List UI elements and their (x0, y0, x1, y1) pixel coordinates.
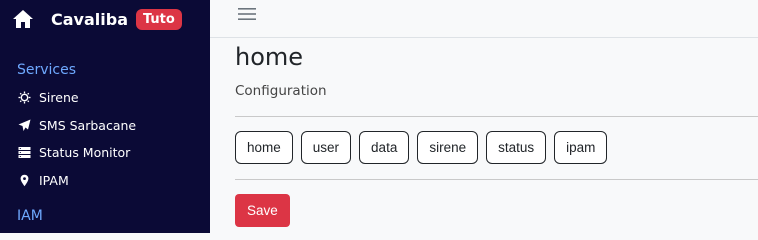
sidebar-item-ipam[interactable]: IPAM (18, 171, 69, 189)
server-icon (18, 146, 31, 159)
brand-name: Cavaliba (51, 9, 128, 29)
main-content: home Configuration home user data sirene… (210, 38, 758, 233)
tab-status[interactable]: status (486, 131, 547, 164)
brand-badge: Tuto (135, 8, 182, 30)
sidebar-item-label: IPAM (39, 172, 69, 188)
paper-plane-icon (18, 119, 31, 132)
sidebar-item-sirene[interactable]: Sirene (18, 88, 79, 106)
topbar (210, 0, 758, 38)
page-title: home (235, 43, 304, 71)
sidebar-item-label: SMS Sarbacane (39, 117, 137, 133)
hamburger-icon[interactable] (237, 5, 257, 23)
brand[interactable]: Cavaliba Tuto (12, 6, 182, 32)
location-pin-icon (18, 174, 31, 187)
sidebar-item-label: Sirene (39, 89, 79, 105)
tab-ipam[interactable]: ipam (554, 131, 608, 164)
tab-data[interactable]: data (359, 131, 410, 164)
home-icon (13, 10, 33, 28)
divider (235, 179, 758, 180)
section-title-iam: IAM (17, 208, 43, 224)
tab-home[interactable]: home (235, 131, 293, 164)
tab-sirene[interactable]: sirene (417, 131, 479, 164)
save-button[interactable]: Save (235, 194, 290, 227)
section-title-services: Services (17, 62, 77, 78)
config-tabs: home user data sirene status ipam (235, 131, 608, 164)
sidebar-item-sms-sarbacane[interactable]: SMS Sarbacane (18, 116, 136, 134)
divider (235, 116, 758, 117)
sun-icon (18, 91, 31, 104)
sidebar-item-label: Status Monitor (39, 144, 131, 160)
sidebar: Cavaliba Tuto Services Sirene SMS Sarbac… (0, 0, 210, 233)
sidebar-item-status-monitor[interactable]: Status Monitor (18, 143, 130, 161)
page-subtitle: Configuration (235, 83, 327, 99)
tab-user[interactable]: user (300, 131, 352, 164)
